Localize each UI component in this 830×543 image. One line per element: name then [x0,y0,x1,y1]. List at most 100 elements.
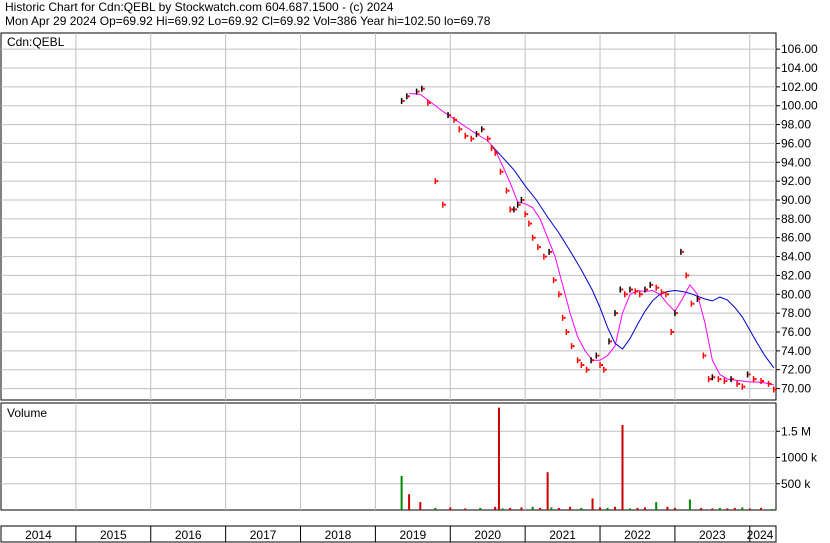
price-point [748,373,751,376]
volume-bar [509,507,512,510]
volume-bar [497,407,500,510]
price-point [592,359,595,362]
price-point [572,345,575,348]
price-point [422,87,425,90]
price-point [587,368,590,371]
price-point [630,288,633,291]
price-tick-label: 72.00 [781,363,811,377]
price-point [507,189,510,192]
price-point [492,147,495,150]
volume-bar [557,507,560,510]
volume-bar [419,502,422,510]
price-point [636,290,639,293]
price-point [563,316,566,319]
year-label: 2021 [549,528,576,542]
volume-bar [599,507,602,510]
price-tick-label: 102.00 [781,80,818,94]
price-tick-label: 106.00 [781,42,818,56]
volume-bar [628,508,631,510]
price-point [675,312,678,315]
year-label: 2016 [175,528,202,542]
price-point [754,378,757,381]
price-tick-label: 90.00 [781,193,811,207]
price-point [514,208,517,211]
price-point [597,354,600,357]
volume-bar [760,507,763,510]
volume-bar [748,508,751,510]
volume-bar [569,506,572,510]
year-label: 2022 [624,528,651,542]
volume-bar [726,508,729,510]
price-point [559,293,562,296]
price-point [625,293,628,296]
price-tick-label: 98.00 [781,118,811,132]
volume-bar [643,507,646,510]
price-tick-label: 80.00 [781,287,811,301]
volume-bar [449,507,452,510]
volume-bar [434,507,437,510]
price-point [496,151,499,154]
price-point [651,283,654,286]
volume-bar [666,506,669,510]
price-point [567,331,570,333]
price-point [538,246,541,249]
volume-bar [711,508,714,510]
price-point [621,288,624,291]
volume-bar [606,507,609,510]
price-point [732,378,735,381]
price-tick-label: 86.00 [781,231,811,245]
volume-bar [531,506,534,510]
year-label: 2015 [100,528,127,542]
year-label: 2017 [250,528,277,542]
volume-bar [501,508,504,510]
volume-bar [550,507,553,510]
volume-bar [771,508,774,510]
volume-tick-label: 500 k [781,477,811,491]
volume-bar [673,507,676,510]
price-tick-label: 84.00 [781,250,811,264]
volume-bar [464,508,467,510]
price-tick-label: 78.00 [781,306,811,320]
price-point [610,340,613,343]
price-point [417,90,420,93]
price-point [640,293,643,296]
volume-bar [479,507,482,510]
price-point [407,95,410,98]
price-panel-frame [0,32,777,401]
price-tick-label: 70.00 [781,382,811,396]
price-point [657,286,660,289]
price-point [601,364,604,366]
price-point [518,203,521,206]
price-point [477,133,480,135]
price-point [692,302,695,305]
price-point [472,137,475,140]
price-point [743,385,746,388]
price-point [616,312,619,315]
price-tick-label: 76.00 [781,325,811,339]
price-point [681,250,684,253]
stock-chart: Cdn:QEBL Volume 106.00 104.00 102.00 100.00… [0,32,818,543]
volume-tick-label: 1.5 M [781,424,811,438]
volume-bar [408,494,411,510]
price-point [554,279,557,282]
volume-bar [636,507,639,510]
price-point [645,288,648,291]
price-point [428,101,431,104]
price-point [522,199,525,201]
volume-bar [741,507,744,510]
price-point [443,203,446,206]
price-point [482,128,485,131]
price-point [460,128,463,131]
volume-bar [591,498,594,510]
price-point [762,380,765,383]
volume-panel-frame [0,402,777,511]
volume-axis: 1.5 M 1000 k 500 k [776,424,818,491]
price-point [582,364,585,366]
volume-bar [614,506,617,510]
price-tick-label: 82.00 [781,268,811,282]
price-point [666,293,669,296]
volume-tick-label: 1000 k [781,451,818,465]
volume-bar [688,499,691,510]
volume-bar [700,507,703,510]
price-point [687,274,690,277]
